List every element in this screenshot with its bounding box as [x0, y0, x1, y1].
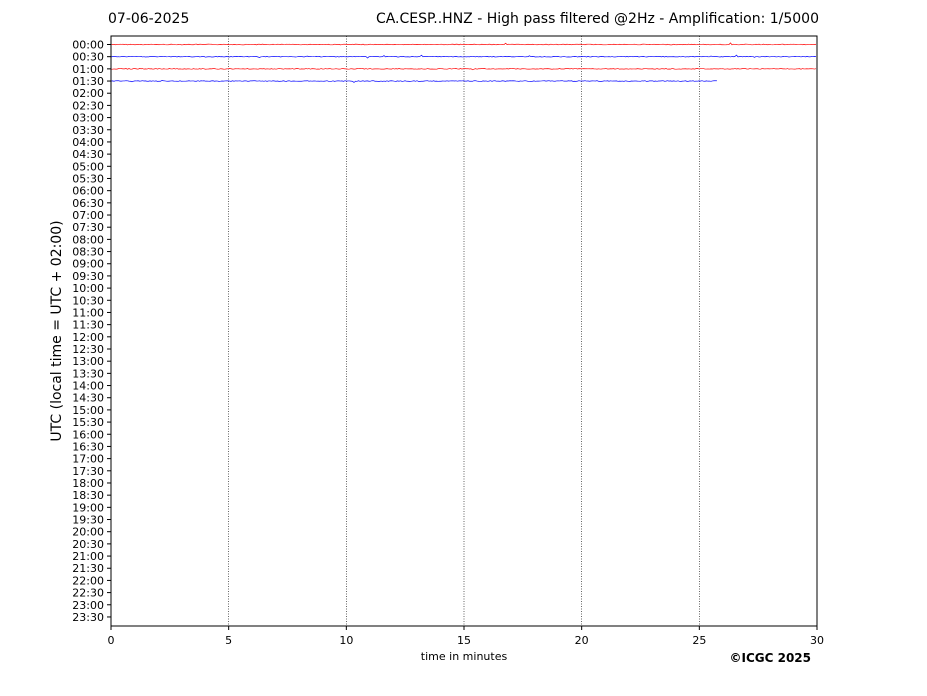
- x-tick-label: 15: [457, 634, 471, 647]
- y-tick-label: 18:00: [72, 477, 104, 490]
- y-tick-label: 17:30: [72, 465, 104, 478]
- y-tick-label: 01:00: [72, 63, 104, 76]
- y-tick-label: 08:00: [72, 233, 104, 246]
- y-tick-label: 21:00: [72, 550, 104, 563]
- trace-line-0000: [110, 42, 817, 46]
- x-tick-label: 5: [225, 634, 232, 647]
- y-tick-label: 19:30: [72, 514, 104, 527]
- y-tick-label: 22:00: [72, 574, 104, 587]
- y-tick-label: 00:00: [72, 39, 104, 52]
- y-tick-label: 20:30: [72, 538, 104, 551]
- trace-line-0100: [110, 68, 817, 71]
- y-tick-label: 19:00: [72, 501, 104, 514]
- y-tick-label: 03:00: [72, 112, 104, 125]
- x-tick-label: 25: [692, 634, 706, 647]
- y-tick-label: 06:30: [72, 197, 104, 210]
- y-tick-label: 12:00: [72, 331, 104, 344]
- x-tick-label: 0: [108, 634, 115, 647]
- seismogram-plot: 00:0000:3001:0001:3002:0002:3003:0003:30…: [72, 35, 824, 647]
- y-tick-label: 23:30: [72, 611, 104, 624]
- y-tick-label: 21:30: [72, 562, 104, 575]
- y-tick-label: 08:30: [72, 246, 104, 259]
- grid-lines: [228, 36, 700, 626]
- y-tick-label: 03:30: [72, 124, 104, 137]
- x-axis-ticks: 0 5 10 15 20 25 30: [108, 626, 824, 647]
- trace-group: [110, 42, 817, 83]
- y-tick-label: 23:00: [72, 599, 104, 612]
- y-tick-label: 12:30: [72, 343, 104, 356]
- y-tick-label: 20:00: [72, 526, 104, 539]
- y-tick-label: 17:00: [72, 453, 104, 466]
- y-tick-label: 05:30: [72, 172, 104, 185]
- y-tick-label: 00:30: [72, 51, 104, 64]
- y-tick-label: 11:00: [72, 306, 104, 319]
- y-tick-label: 22:30: [72, 587, 104, 600]
- y-tick-label: 04:30: [72, 148, 104, 161]
- y-tick-label: 14:30: [72, 392, 104, 405]
- y-tick-label: 10:30: [72, 294, 104, 307]
- y-axis-ticks: 00:0000:3001:0001:3002:0002:3003:0003:30…: [72, 39, 111, 624]
- y-tick-label: 15:30: [72, 416, 104, 429]
- y-tick-label: 09:00: [72, 258, 104, 271]
- y-tick-label: 02:00: [72, 87, 104, 100]
- y-tick-label: 18:30: [72, 489, 104, 502]
- y-tick-label: 09:30: [72, 270, 104, 283]
- x-tick-label: 10: [339, 634, 353, 647]
- y-tick-label: 01:30: [72, 75, 104, 88]
- y-tick-label: 10:00: [72, 282, 104, 295]
- y-tick-label: 11:30: [72, 319, 104, 332]
- y-tick-label: 05:00: [72, 160, 104, 173]
- y-tick-label: 14:00: [72, 380, 104, 393]
- y-tick-label: 13:00: [72, 355, 104, 368]
- trace-line-0130: [110, 80, 718, 83]
- x-tick-label: 20: [575, 634, 589, 647]
- y-tick-label: 06:00: [72, 185, 104, 198]
- y-tick-label: 13:30: [72, 367, 104, 380]
- y-tick-label: 16:00: [72, 428, 104, 441]
- y-tick-label: 02:30: [72, 99, 104, 112]
- y-tick-label: 07:00: [72, 209, 104, 222]
- y-tick-label: 15:00: [72, 404, 104, 417]
- y-tick-label: 16:30: [72, 440, 104, 453]
- y-tick-label: 07:30: [72, 221, 104, 234]
- trace-line-0030: [110, 54, 817, 59]
- y-tick-label: 04:00: [72, 136, 104, 149]
- x-tick-label: 30: [810, 634, 824, 647]
